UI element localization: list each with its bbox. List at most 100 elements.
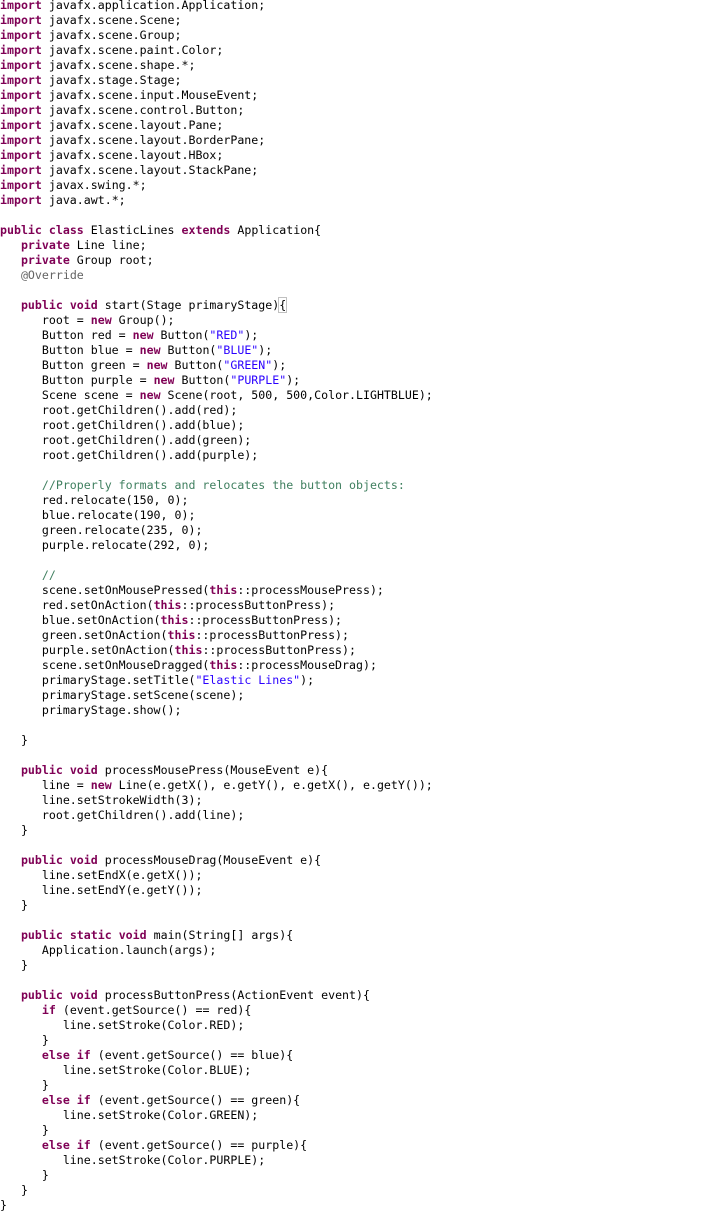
keyword-token: import <box>0 193 42 207</box>
code-line: // <box>0 568 433 583</box>
code-token: javafx.scene.input.MouseEvent; <box>41 88 259 102</box>
code-line: root.getChildren().add(green); <box>0 433 433 448</box>
keyword-token: import <box>0 163 42 177</box>
code-token: } <box>0 823 28 837</box>
code-token: Button( <box>174 373 231 387</box>
code-token: Button purple = <box>0 373 154 387</box>
code-token: processMousePress(MouseEvent e){ <box>97 763 329 777</box>
code-line: red.setOnAction(this::processButtonPress… <box>0 598 433 613</box>
code-token: line.setEndY(e.getY()); <box>0 883 203 897</box>
code-token: javafx.scene.shape.*; <box>41 58 196 72</box>
code-token: } <box>0 1198 7 1212</box>
code-line: } <box>0 823 433 838</box>
code-line: else if (event.getSource() == green){ <box>0 1093 433 1108</box>
code-line: ​ <box>0 463 433 478</box>
keyword-token: public <box>20 298 63 312</box>
code-line: root.getChildren().add(purple); <box>0 448 433 463</box>
code-token: Line(e.getX(), e.getY(), e.getX(), e.get… <box>111 778 433 792</box>
code-token: Application.launch(args); <box>0 943 217 957</box>
code-line: primaryStage.setTitle("Elastic Lines"); <box>0 673 433 688</box>
code-line: else if (event.getSource() == purple){ <box>0 1138 433 1153</box>
keyword-token: import <box>0 148 42 162</box>
code-line: } <box>0 1033 433 1048</box>
code-line: import javafx.scene.Group; <box>0 28 433 43</box>
code-line: } <box>0 1198 433 1213</box>
code-line: import javafx.scene.layout.HBox; <box>0 148 433 163</box>
keyword-token: import <box>0 88 42 102</box>
code-token: root = <box>0 313 91 327</box>
code-token: scene.setOnMousePressed( <box>0 583 210 597</box>
code-token: root.getChildren().add(line); <box>0 808 245 822</box>
keyword-token: private <box>20 253 70 267</box>
keyword-token: void <box>69 988 98 1002</box>
keyword-token: this <box>174 643 203 657</box>
code-token: ); <box>272 358 287 372</box>
code-line: } <box>0 958 433 973</box>
code-token: processButtonPress(ActionEvent event){ <box>97 988 370 1002</box>
code-token: line.setStroke(Color.GREEN); <box>0 1108 259 1122</box>
code-token: primaryStage.setTitle( <box>0 673 196 687</box>
code-line: Scene scene = new Scene(root, 500, 500,C… <box>0 388 433 403</box>
code-line: green.relocate(235, 0); <box>0 523 433 538</box>
code-line: } <box>0 733 433 748</box>
code-token: Application{ <box>230 223 322 237</box>
code-token: line.setStroke(Color.BLUE); <box>0 1063 252 1077</box>
string-literal: "Elastic Lines" <box>195 673 301 687</box>
code-token: ); <box>258 343 273 357</box>
code-text-area[interactable]: import javafx.application.Application; im… <box>0 0 433 1213</box>
code-token: (event.getSource() == red){ <box>55 1003 252 1017</box>
bracket-match-highlight: { <box>278 297 288 313</box>
keyword-token: private <box>20 238 70 252</box>
code-line: import javafx.scene.control.Button; <box>0 103 433 118</box>
code-line: line.setEndY(e.getY()); <box>0 883 433 898</box>
code-line: @Override <box>0 268 433 283</box>
keyword-token: this <box>209 658 238 672</box>
code-token: Button( <box>160 343 217 357</box>
keyword-token: this <box>209 583 238 597</box>
code-line: ​ <box>0 838 433 853</box>
code-line: Button purple = new Button("PURPLE"); <box>0 373 433 388</box>
keyword-token: this <box>153 598 182 612</box>
code-token: line.setStrokeWidth(3); <box>0 793 203 807</box>
code-token: Button( <box>153 328 210 342</box>
code-token: red.setOnAction( <box>0 598 154 612</box>
code-line: private Line line; <box>0 238 433 253</box>
keyword-token: import <box>0 178 42 192</box>
code-line: Button green = new Button("GREEN"); <box>0 358 433 373</box>
keyword-token: import <box>0 28 42 42</box>
code-line: root.getChildren().add(red); <box>0 403 433 418</box>
keyword-token: if <box>76 1048 91 1062</box>
keyword-token: new <box>132 328 154 342</box>
code-editor[interactable]: import javafx.application.Application; im… <box>0 0 718 1217</box>
comment-token: // <box>41 568 56 582</box>
code-line: import javafx.scene.layout.StackPane; <box>0 163 433 178</box>
code-line: import javafx.scene.shape.*; <box>0 58 433 73</box>
code-token: Group root; <box>69 253 154 267</box>
code-line: line.setStroke(Color.BLUE); <box>0 1063 433 1078</box>
code-line: Application.launch(args); <box>0 943 433 958</box>
keyword-token: public <box>20 988 63 1002</box>
code-line: root = new Group(); <box>0 313 433 328</box>
code-line: ​ <box>0 208 433 223</box>
keyword-token: import <box>0 118 42 132</box>
code-line: blue.relocate(190, 0); <box>0 508 433 523</box>
code-line: scene.setOnMouseDragged(this::processMou… <box>0 658 433 673</box>
keyword-token: static <box>69 928 112 942</box>
code-token: ::processButtonPress); <box>202 643 356 657</box>
code-line: ​ <box>0 748 433 763</box>
code-token: javafx.scene.layout.BorderPane; <box>41 133 266 147</box>
code-token: } <box>0 958 28 972</box>
code-token: root.getChildren().add(red); <box>0 403 238 417</box>
code-token: ); <box>286 373 301 387</box>
code-token: blue.setOnAction( <box>0 613 161 627</box>
